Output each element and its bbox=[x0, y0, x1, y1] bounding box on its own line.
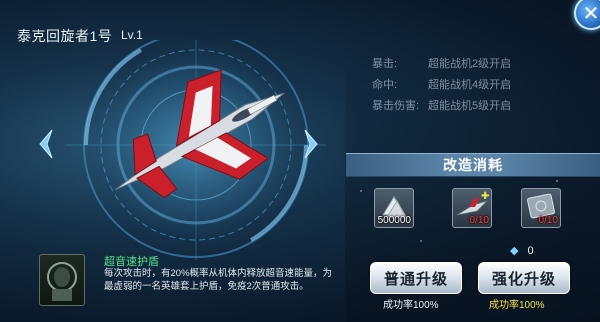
ship-name: 泰克回旋者1号 bbox=[17, 28, 113, 44]
stat-row-crit: 暴击: 超能战机2级开启 bbox=[372, 55, 511, 71]
close-icon: ✕ bbox=[582, 3, 600, 25]
next-ship-arrow-icon[interactable] bbox=[303, 128, 321, 160]
enhanced-upgrade-label: 强化升级 bbox=[491, 270, 556, 288]
stat-value: 超能战机2级开启 bbox=[428, 58, 512, 70]
skill-description: 每次攻击时，有20%概率从机体内释放超音速能量，为最虚弱的一名英雄套上护盾，免疫… bbox=[104, 268, 333, 292]
cost-title: 改造消耗 bbox=[443, 157, 503, 173]
enhanced-success-rate: 成功率100% bbox=[489, 300, 545, 311]
diamond-icon: ◆ bbox=[510, 245, 519, 257]
stat-label: 命中: bbox=[372, 79, 398, 91]
stat-label: 暴击伤害: bbox=[372, 100, 420, 112]
normal-upgrade-label: 普通升级 bbox=[383, 270, 448, 288]
stat-row-crit-damage: 暴击伤害: 超能战机5级开启 bbox=[372, 97, 511, 113]
gem-count: 0 bbox=[527, 245, 534, 257]
item-count: 500000 bbox=[377, 215, 411, 226]
cost-item-blueprint-stamp[interactable]: 0/10 bbox=[521, 188, 561, 228]
radar-rings-graphic bbox=[66, 40, 326, 265]
shield-pilot-icon bbox=[47, 262, 77, 301]
stat-value: 超能战机4级开启 bbox=[428, 79, 512, 91]
stat-label: 暴击: bbox=[372, 58, 398, 70]
svg-text:✚: ✚ bbox=[481, 191, 489, 202]
cost-item-jet-fragment[interactable]: ✚ 0/10 bbox=[452, 188, 492, 228]
cost-header: 改造消耗 bbox=[346, 153, 600, 177]
skill-icon[interactable] bbox=[39, 254, 85, 306]
ship-level: Lv.1 bbox=[121, 28, 143, 42]
ship-upgrade-screen: 泰克回旋者1号 Lv.1 ✕ 暴击: 超能战机2级开启 命中: 超能战机4级开启… bbox=[0, 0, 600, 322]
previous-ship-arrow-icon[interactable] bbox=[36, 128, 54, 160]
item-count: 0/10 bbox=[469, 215, 489, 226]
stat-value: 超能战机5级开启 bbox=[428, 100, 512, 112]
normal-upgrade-button[interactable]: 普通升级 bbox=[370, 262, 462, 294]
cost-item-upgrade-card[interactable]: 500000 bbox=[374, 188, 414, 228]
close-button[interactable]: ✕ bbox=[574, 0, 600, 30]
stat-row-hit: 命中: 超能战机4级开启 bbox=[372, 76, 511, 92]
gem-cost: ◆ 0 bbox=[510, 244, 534, 257]
normal-success-rate: 成功率100% bbox=[383, 300, 439, 311]
item-count: 0/10 bbox=[538, 215, 558, 226]
enhanced-upgrade-button[interactable]: 强化升级 bbox=[478, 262, 570, 294]
skill-name: 超音速护盾 bbox=[104, 256, 159, 268]
